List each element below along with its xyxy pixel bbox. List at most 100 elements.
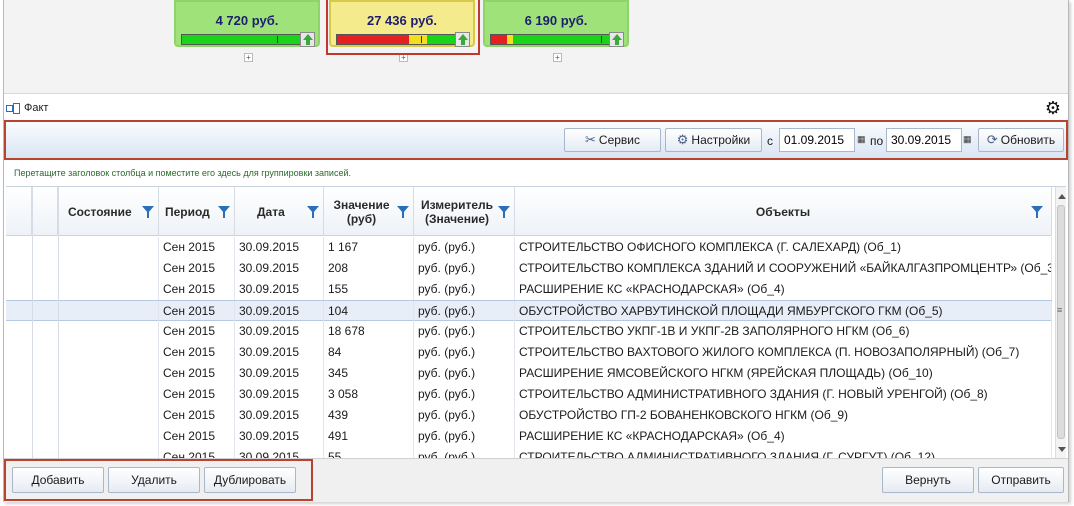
cell-date[interactable]: 30.09.2015: [235, 301, 324, 322]
kpi-tile-3[interactable]: 6 190 руб. +: [483, 0, 629, 62]
filter-icon[interactable]: [498, 206, 510, 218]
service-button[interactable]: ✂ Сервис: [564, 128, 661, 152]
cell-period[interactable]: Сен 2015: [159, 237, 235, 258]
scroll-thumb[interactable]: [1057, 205, 1065, 439]
cell-date[interactable]: 30.09.2015: [235, 237, 324, 258]
cell-object[interactable]: СТРОИТЕЛЬСТВО КОМПЛЕКСА ЗДАНИЙ И СООРУЖЕ…: [515, 258, 1052, 279]
header-select[interactable]: [32, 187, 58, 236]
table-row[interactable]: Сен 2015 30.09.2015 84 руб. (руб.) СТРОИТЕЛЬ…: [6, 342, 1052, 363]
cell-value[interactable]: 491: [324, 426, 414, 447]
cell-state[interactable]: [58, 447, 159, 458]
cell-object[interactable]: СТРОИТЕЛЬСТВО АДМИНИСТРАТИВНОГО ЗДАНИЯ (…: [515, 447, 1052, 458]
column-header-objects[interactable]: Объекты: [515, 187, 1052, 236]
cell-measure[interactable]: руб. (руб.): [414, 258, 515, 279]
cell-period[interactable]: Сен 2015: [159, 258, 235, 279]
cell-period[interactable]: Сен 2015: [159, 363, 235, 384]
cell-value[interactable]: 55: [324, 447, 414, 458]
table-row[interactable]: Сен 2015 30.09.2015 55 руб. (руб.) СТРОИТЕЛЬ…: [6, 447, 1052, 458]
filter-icon[interactable]: [142, 206, 154, 218]
cell-measure[interactable]: руб. (руб.): [414, 237, 515, 258]
table-row[interactable]: Сен 2015 30.09.2015 1 167 руб. (руб.) СТРОИТ…: [6, 237, 1052, 258]
cell-date[interactable]: 30.09.2015: [235, 279, 324, 300]
table-row[interactable]: Сен 2015 30.09.2015 345 руб. (руб.) РАСШИРЕН…: [6, 363, 1052, 384]
column-header-value[interactable]: Значение (руб): [324, 187, 414, 236]
scroll-up-icon[interactable]: [1058, 194, 1066, 199]
cell-measure[interactable]: руб. (руб.): [414, 301, 515, 322]
cell-state[interactable]: [58, 363, 159, 384]
cell-state[interactable]: [58, 384, 159, 405]
cell-date[interactable]: 30.09.2015: [235, 447, 324, 458]
cell-value[interactable]: 84: [324, 342, 414, 363]
cell-period[interactable]: Сен 2015: [159, 279, 235, 300]
cell-state[interactable]: [58, 279, 159, 300]
cell-state[interactable]: [58, 405, 159, 426]
cell-object[interactable]: РАСШИРЕНИЕ КС «КРАСНОДАРСКАЯ» (Об_4): [515, 279, 1052, 300]
cell-date[interactable]: 30.09.2015: [235, 405, 324, 426]
table-row[interactable]: Сен 2015 30.09.2015 155 руб. (руб.) РАСШИРЕН…: [6, 279, 1052, 300]
expand-button[interactable]: +: [244, 53, 253, 62]
cell-measure[interactable]: руб. (руб.): [414, 405, 515, 426]
cell-state[interactable]: [58, 426, 159, 447]
send-button[interactable]: Отправить: [978, 467, 1064, 493]
cell-measure[interactable]: руб. (руб.): [414, 279, 515, 300]
vertical-scrollbar[interactable]: ≡: [1055, 187, 1066, 458]
table-row[interactable]: Сен 2015 30.09.2015 104 руб. (руб.) ОБУСТРОЙ…: [6, 300, 1052, 322]
cell-object[interactable]: СТРОИТЕЛЬСТВО УКПГ-1В И УКПГ-2В ЗАПОЛЯРН…: [515, 321, 1052, 342]
cell-measure[interactable]: руб. (руб.): [414, 426, 515, 447]
refresh-button[interactable]: ⟳ Обновить: [978, 128, 1064, 152]
cell-state[interactable]: [58, 237, 159, 258]
cell-state[interactable]: [58, 258, 159, 279]
cell-period[interactable]: Сен 2015: [159, 405, 235, 426]
gear-icon[interactable]: ⚙: [1044, 99, 1062, 117]
cell-measure[interactable]: руб. (руб.): [414, 447, 515, 458]
kpi-tile-1[interactable]: 4 720 руб. +: [174, 0, 320, 62]
cell-value[interactable]: 1 167: [324, 237, 414, 258]
column-header-state[interactable]: Состояние: [58, 187, 159, 236]
cell-period[interactable]: Сен 2015: [159, 426, 235, 447]
cell-measure[interactable]: руб. (руб.): [414, 363, 515, 384]
cell-date[interactable]: 30.09.2015: [235, 342, 324, 363]
cell-object[interactable]: РАСШИРЕНИЕ КС «КРАСНОДАРСКАЯ» (Об_4): [515, 426, 1052, 447]
cell-date[interactable]: 30.09.2015: [235, 426, 324, 447]
cell-value[interactable]: 104: [324, 301, 414, 322]
expand-button[interactable]: +: [553, 53, 562, 62]
cell-value[interactable]: 155: [324, 279, 414, 300]
calendar-icon[interactable]: ▦: [963, 134, 972, 144]
revert-button[interactable]: Вернуть: [882, 467, 974, 493]
cell-object[interactable]: ОБУСТРОЙСТВО ГП-2 БОВАНЕНКОВСКОГО НГКМ (…: [515, 405, 1052, 426]
table-row[interactable]: Сен 2015 30.09.2015 439 руб. (руб.) ОБУСТРОЙ…: [6, 405, 1052, 426]
arrow-up-icon[interactable]: [300, 32, 315, 47]
filter-icon[interactable]: [307, 206, 319, 218]
table-row[interactable]: Сен 2015 30.09.2015 3 058 руб. (руб.) СТРОИТ…: [6, 384, 1052, 405]
table-row[interactable]: Сен 2015 30.09.2015 18 678 руб. (руб.) СТРОИ…: [6, 321, 1052, 342]
cell-object[interactable]: СТРОИТЕЛЬСТВО ОФИСНОГО КОМПЛЕКСА (Г. САЛ…: [515, 237, 1052, 258]
cell-date[interactable]: 30.09.2015: [235, 258, 324, 279]
cell-date[interactable]: 30.09.2015: [235, 363, 324, 384]
cell-value[interactable]: 439: [324, 405, 414, 426]
cell-measure[interactable]: руб. (руб.): [414, 384, 515, 405]
cell-period[interactable]: Сен 2015: [159, 447, 235, 458]
cell-value[interactable]: 3 058: [324, 384, 414, 405]
cell-object[interactable]: ОБУСТРОЙСТВО ХАРВУТИНСКОЙ ПЛОЩАДИ ЯМБУРГ…: [515, 301, 1052, 322]
cell-period[interactable]: Сен 2015: [159, 384, 235, 405]
cell-measure[interactable]: руб. (руб.): [414, 321, 515, 342]
cell-state[interactable]: [58, 301, 159, 322]
cell-value[interactable]: 208: [324, 258, 414, 279]
cell-period[interactable]: Сен 2015: [159, 342, 235, 363]
filter-icon[interactable]: [218, 206, 230, 218]
cell-object[interactable]: СТРОИТЕЛЬСТВО ВАХТОВОГО ЖИЛОГО КОМПЛЕКСА…: [515, 342, 1052, 363]
group-drop-hint[interactable]: Перетащите заголовок столбца и поместите…: [14, 168, 351, 178]
filter-icon[interactable]: [1031, 206, 1043, 218]
filter-icon[interactable]: [397, 206, 409, 218]
cell-period[interactable]: Сен 2015: [159, 321, 235, 342]
settings-button[interactable]: ⚙ Настройки: [665, 128, 762, 152]
cell-value[interactable]: 345: [324, 363, 414, 384]
scroll-down-icon[interactable]: [1058, 447, 1066, 452]
from-date-input[interactable]: [779, 128, 855, 152]
to-date-input[interactable]: [886, 128, 962, 152]
arrow-up-icon[interactable]: [609, 32, 624, 47]
cell-state[interactable]: [58, 342, 159, 363]
cell-object[interactable]: СТРОИТЕЛЬСТВО АДМИНИСТРАТИВНОГО ЗДАНИЯ (…: [515, 384, 1052, 405]
cell-value[interactable]: 18 678: [324, 321, 414, 342]
calendar-icon[interactable]: ▦: [857, 134, 866, 144]
